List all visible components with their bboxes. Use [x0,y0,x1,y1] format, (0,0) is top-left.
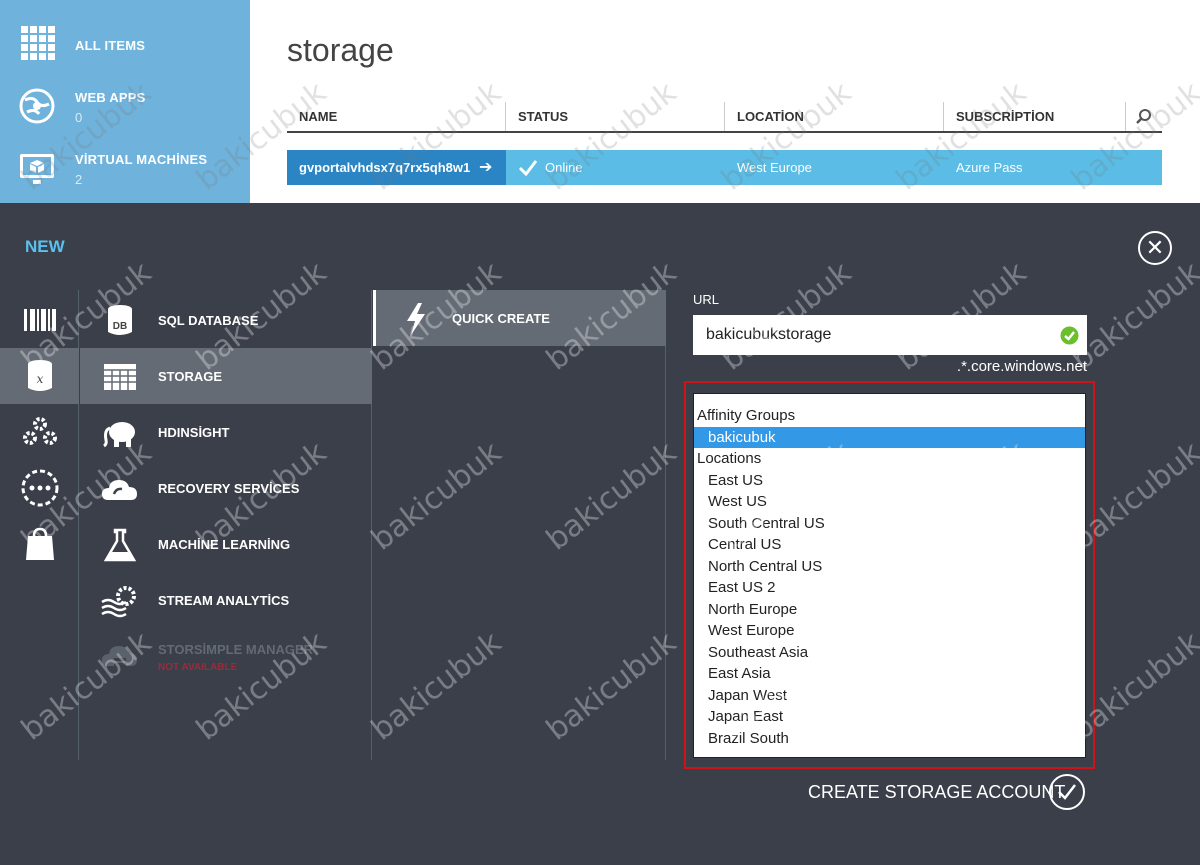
service-label-hdinsight: HDINSİGHT [158,425,230,440]
service-hdinsight[interactable]: HDINSİGHT [80,404,372,460]
globe-icon [19,88,55,124]
search-button[interactable] [1126,102,1162,131]
category-compute[interactable] [0,292,79,348]
optgroup-locations: Locations [697,450,762,467]
column-header-name[interactable]: NAME [287,102,506,131]
service-unavailable-label: NOT AVAILABLE [158,662,238,673]
region-option[interactable]: Central US [694,534,1085,556]
barcode-icon [23,309,56,331]
category-store[interactable] [0,516,79,572]
table-header: NAME STATUS LOCATİON SUBSCRİPTİON [287,102,1162,133]
nav-count-web-apps: 0 [75,110,83,125]
service-label-storsimple-manager: STORSİMPLE MANAGER [158,642,314,657]
optgroup-affinity-groups: Affinity Groups [697,407,796,424]
checkmark-icon [1058,784,1076,800]
column-header-status[interactable]: STATUS [506,102,725,131]
region-option[interactable]: Japan West [694,685,1085,707]
category-data-services[interactable]: x [0,348,79,404]
region-option[interactable]: West US [694,491,1085,513]
url-input[interactable] [693,315,1087,355]
cloud-storage-icon [102,646,137,666]
service-stream-analytics[interactable]: STREAM ANALYTİCS [80,572,372,628]
service-label-stream-analytics: STREAM ANALYTİCS [158,593,290,608]
region-option[interactable]: Japan East [694,706,1085,728]
region-listbox[interactable]: Affinity Groups bakicubuk Locations East… [693,393,1086,758]
nav-item-virtual-machines[interactable]: VİRTUAL MACHİNES 2 [0,140,250,200]
elephant-icon [103,422,135,448]
region-option[interactable]: East US [694,470,1085,492]
nav-count-virtual-machines: 2 [75,172,83,187]
region-option[interactable]: Brazil South [694,728,1085,750]
close-button[interactable]: ✕ [1138,231,1172,265]
service-recovery-services[interactable]: RECOVERY SERVİCES [80,460,372,516]
gear-waves-icon [101,586,136,618]
url-suffix: .*.core.windows.net [956,358,1087,375]
quick-create-label: QUICK CREATE [452,311,550,326]
nav-label-web-apps: WEB APPS [75,90,146,105]
cloud-sync-icon [102,480,137,500]
table-grid-icon [104,364,136,390]
create-method-column: QUICK CREATE [373,290,666,760]
service-label-storage: STORAGE [158,369,223,384]
service-sql-database[interactable]: DB SQL DATABASE [80,292,372,348]
valid-check-icon [1060,326,1079,345]
new-panel-title: NEW [25,237,65,256]
service-column: DB SQL DATABASE STORAGE HDINSİGHT RECOVE… [80,290,372,760]
network-icon [21,469,58,507]
left-navigation: ALL ITEMS WEB APPS 0 VİRTUAL MACHİNES 2 [0,0,250,203]
search-icon [1136,108,1151,124]
nav-label-virtual-machines: VİRTUAL MACHİNES [75,152,208,167]
nav-item-web-apps[interactable]: WEB APPS 0 [0,78,250,138]
url-label: URL [693,292,720,307]
svg-text:x: x [36,372,43,386]
service-label-machine-learning: MACHİNE LEARNİNG [158,537,291,552]
row-status-cell: Online [545,160,583,175]
region-option[interactable]: East Asia [694,663,1085,685]
region-options: Affinity Groups bakicubuk Locations East… [694,394,1085,749]
region-option[interactable]: West Europe [694,620,1085,642]
quick-create-option[interactable]: QUICK CREATE [373,290,666,346]
service-machine-learning[interactable]: MACHİNE LEARNİNG [80,516,372,572]
grid-icon [21,26,55,60]
service-label-recovery-services: RECOVERY SERVİCES [158,481,300,496]
svg-text:DB: DB [113,321,127,332]
category-app-services[interactable] [0,404,79,460]
row-location-cell: West Europe [737,160,812,175]
service-label-sql-database: SQL DATABASE [158,313,259,328]
close-icon: ✕ [1145,235,1165,260]
create-storage-account-label[interactable]: CREATE STORAGE ACCOUNT [808,782,1065,803]
region-option[interactable]: Southeast Asia [694,642,1085,664]
service-storage[interactable]: STORAGE [80,348,372,404]
monitor-icon [20,154,54,184]
create-storage-account-button[interactable] [1049,774,1085,810]
region-option[interactable]: North Central US [694,556,1085,578]
database-icon: DB [108,305,132,335]
row-name-cell[interactable]: gvportalvhdsx7q7rx5qh8w1 [287,150,506,185]
column-header-location[interactable]: LOCATİON [725,102,944,131]
nav-item-all-items[interactable]: ALL ITEMS [0,14,250,74]
gears-icon [22,417,57,445]
service-storsimple-manager: STORSİMPLE MANAGER NOT AVAILABLE [80,628,372,684]
region-option[interactable]: South Central US [694,513,1085,535]
row-subscription-cell: Azure Pass [956,160,1023,175]
shopping-bag-icon [25,527,54,560]
storage-list-page: ALL ITEMS WEB APPS 0 VİRTUAL MACHİNES 2 … [0,0,1200,203]
checkmark-icon [518,160,538,177]
category-network-services[interactable] [0,460,79,516]
region-option[interactable]: East US 2 [694,577,1085,599]
flask-icon [103,528,137,562]
arrow-right-icon[interactable]: ➔ [479,150,492,185]
column-header-subscription[interactable]: SUBSCRİPTİON [944,102,1126,131]
nav-label-all-items: ALL ITEMS [75,38,146,53]
page-title: storage [287,32,394,68]
category-column: x [0,290,79,760]
data-services-icon: x [27,360,52,391]
region-option[interactable]: North Europe [694,599,1085,621]
region-option[interactable]: bakicubuk [694,426,1085,448]
lightning-icon [407,303,425,335]
table-row[interactable]: gvportalvhdsx7q7rx5qh8w1 ➔ Online West E… [287,150,1162,185]
